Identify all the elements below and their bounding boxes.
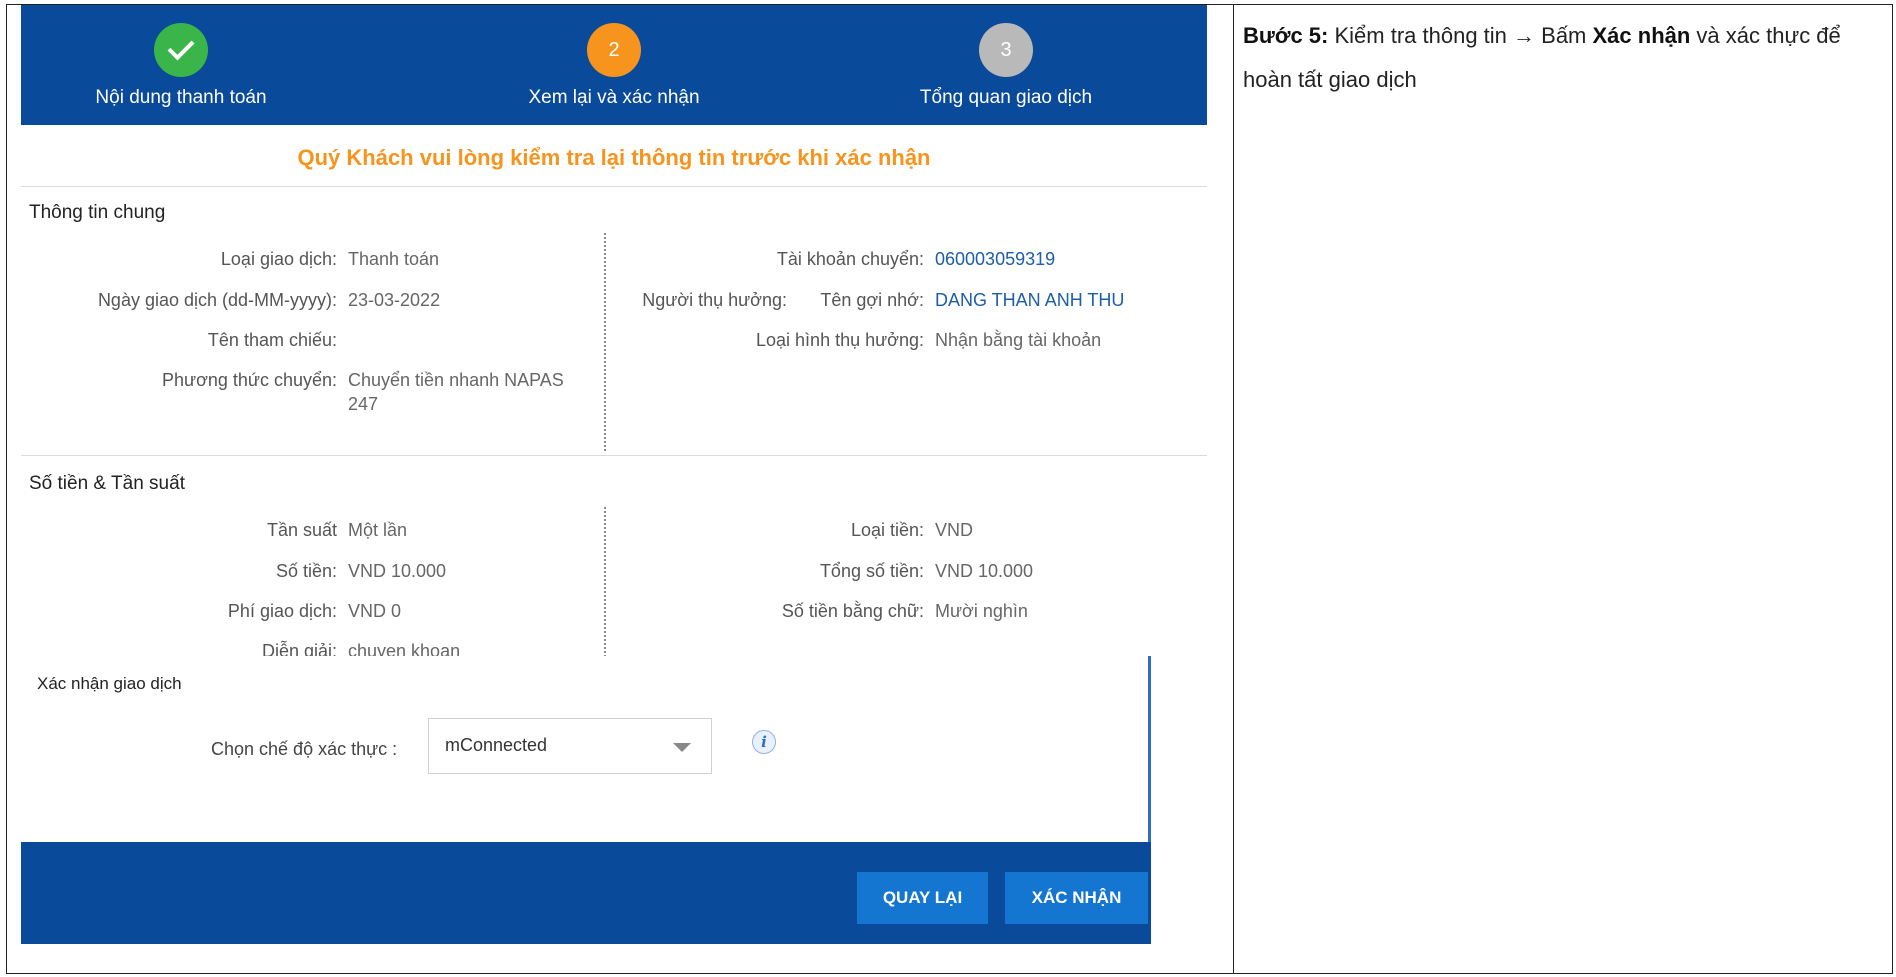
step-2-label: Xem lại và xác nhận <box>528 87 700 108</box>
auth-mode-value: mConnected <box>445 735 548 755</box>
auth-mode-label: Chọn chế độ xác thực : <box>211 739 398 759</box>
check-icon <box>167 33 195 61</box>
review-notice: Quý Khách vui lòng kiểm tra lại thông ti… <box>297 145 931 170</box>
step-1: Nội dung thanh toán <box>21 23 341 109</box>
field-value: 247 <box>348 394 379 414</box>
step-2-circle: 2 <box>587 23 641 77</box>
arrow-icon: → <box>1513 23 1536 48</box>
field-value: VND <box>935 520 974 540</box>
field-value: Thanh toán <box>348 249 440 269</box>
field-label: Tần suất <box>266 520 337 540</box>
step-2: 2 Xem lại và xác nhận <box>454 23 774 109</box>
confirm-panel: Xác nhận giao dịch Chọn chế độ xác thực … <box>21 656 1151 944</box>
source-account-value: 060003059319 <box>935 249 1056 269</box>
auth-mode-select[interactable]: mConnected <box>428 718 712 774</box>
step-1-label: Nội dung thanh toán <box>95 87 267 108</box>
field-label: Số tiền bằng chữ: <box>781 601 924 621</box>
field-value: VND 10.000 <box>935 561 1034 581</box>
field-sublabel: Tên gợi nhớ: <box>820 290 924 310</box>
back-button[interactable]: QUAY LẠI <box>857 872 988 924</box>
step-3-label: Tổng quan giao dịch <box>919 87 1093 108</box>
column-divider <box>1233 4 1234 974</box>
column-separator <box>604 507 606 657</box>
screenshot-panel: Nội dung thanh toán 2 Xem lại và xác nhậ… <box>7 5 1233 973</box>
step-3: 3 Tổng quan giao dịch <box>846 23 1166 109</box>
column-separator <box>604 233 606 451</box>
section-title-general: Thông tin chung <box>29 202 166 223</box>
field-label: Loại tiền: <box>850 520 924 540</box>
field-label: Tổng số tiền: <box>819 561 924 581</box>
field-value: Nhận bằng tài khoản <box>935 330 1102 350</box>
instruction-text: Bước 5: Kiểm tra thông tin → Bấm Xác nhậ… <box>1243 14 1883 102</box>
action-bar: QUAY LẠI XÁC NHẬN <box>21 842 1151 944</box>
progress-stepper: Nội dung thanh toán 2 Xem lại và xác nhậ… <box>21 5 1207 125</box>
section-title-amount: Số tiền & Tần suất <box>29 473 185 494</box>
action-name: Xác nhận <box>1592 23 1691 48</box>
confirm-button[interactable]: XÁC NHẬN <box>1005 872 1148 924</box>
field-label: Phương thức chuyển: <box>162 370 337 390</box>
field-label: Loại giao dịch: <box>220 249 337 269</box>
beneficiary-value: DANG THAN ANH THU <box>935 290 1125 310</box>
info-icon[interactable]: i <box>752 730 776 754</box>
field-value: Mười nghìn <box>935 601 1028 621</box>
field-label: Tài khoản chuyển: <box>776 249 924 269</box>
instruction-part: Bấm <box>1535 23 1593 48</box>
field-value: Chuyển tiền nhanh NAPAS <box>348 370 564 390</box>
step-1-circle <box>154 23 208 77</box>
field-value: VND 0 <box>348 601 402 621</box>
field-label: Loại hình thụ hưởng: <box>756 330 924 350</box>
field-label: Số tiền: <box>275 561 337 581</box>
step-number: Bước 5: <box>1243 23 1329 48</box>
field-label: Phí giao dịch: <box>227 601 337 621</box>
confirm-title: Xác nhận giao dịch <box>37 674 182 693</box>
divider <box>21 186 1207 187</box>
step-3-circle: 3 <box>979 23 1033 77</box>
divider <box>21 455 1207 456</box>
instruction-part: Kiểm tra thông tin <box>1328 23 1514 48</box>
chevron-down-icon <box>673 743 691 752</box>
field-value: 23-03-2022 <box>348 290 441 310</box>
field-label: Ngày giao dịch (dd-MM-yyyy): <box>97 290 337 310</box>
field-value: VND 10.000 <box>348 561 447 581</box>
field-label: Tên tham chiếu: <box>207 330 337 350</box>
field-value: Một lần <box>348 520 408 540</box>
field-label: Người thụ hưởng: <box>642 290 787 310</box>
